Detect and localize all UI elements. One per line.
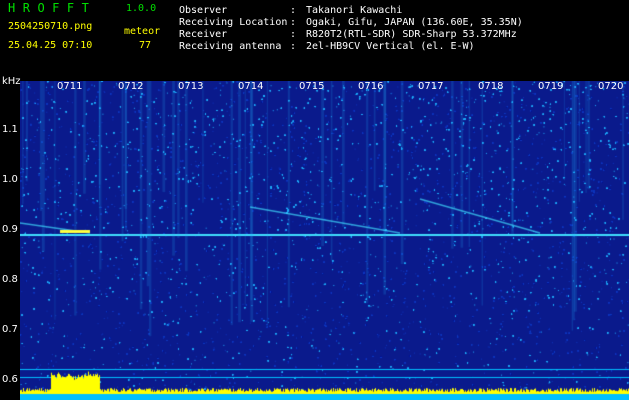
spectrogram-canvas [20,81,629,400]
frequency-label: 0.6 [2,374,18,385]
observer-key: Observer [179,5,228,16]
time-label: 0716 [358,81,384,92]
location-value: Ogaki, Gifu, JAPAN (136.60E, 35.35N) [306,17,523,28]
app-version: 1.0.0 [126,3,157,14]
location-key: Receiving Location [179,17,288,28]
app-name: HROFFT [8,1,97,15]
time-label: 0713 [178,81,204,92]
receiver-colon: : [290,29,297,40]
time-label: 0711 [57,81,83,92]
time-label: 0712 [118,81,144,92]
observer-value: Takanori Kawachi [306,5,403,16]
antenna-value: 2el-HB9CV Vertical (el. E-W) [306,41,475,52]
meteor-count: 77 [139,40,152,51]
time-label: 0718 [478,81,504,92]
time-label: 0720 [598,81,624,92]
time-label: 0717 [418,81,444,92]
antenna-colon: : [290,41,297,52]
observation-datetime: 25.04.25 07:10 [8,40,93,51]
receiver-key: Receiver [179,29,228,40]
time-label: 0719 [538,81,564,92]
frequency-label: 1.0 [2,174,18,185]
header-panel: HROFFT 1.0.0 2504250710.png 25.04.25 07:… [0,0,629,78]
time-label: 0715 [299,81,325,92]
location-colon: : [290,17,297,28]
time-label: 0714 [238,81,264,92]
mode-label: meteor [124,26,161,37]
frequency-unit: kHz [2,76,21,87]
frequency-label: 0.7 [2,324,18,335]
frequency-label: 0.9 [2,224,18,235]
observer-colon: : [290,5,297,16]
frequency-label: 0.8 [2,274,18,285]
antenna-key: Receiving antenna [179,41,282,52]
receiver-value: R820T2(RTL-SDR) SDR-Sharp 53.372MHz [306,29,517,40]
file-name: 2504250710.png [8,21,93,32]
frequency-label: 1.1 [2,124,18,135]
